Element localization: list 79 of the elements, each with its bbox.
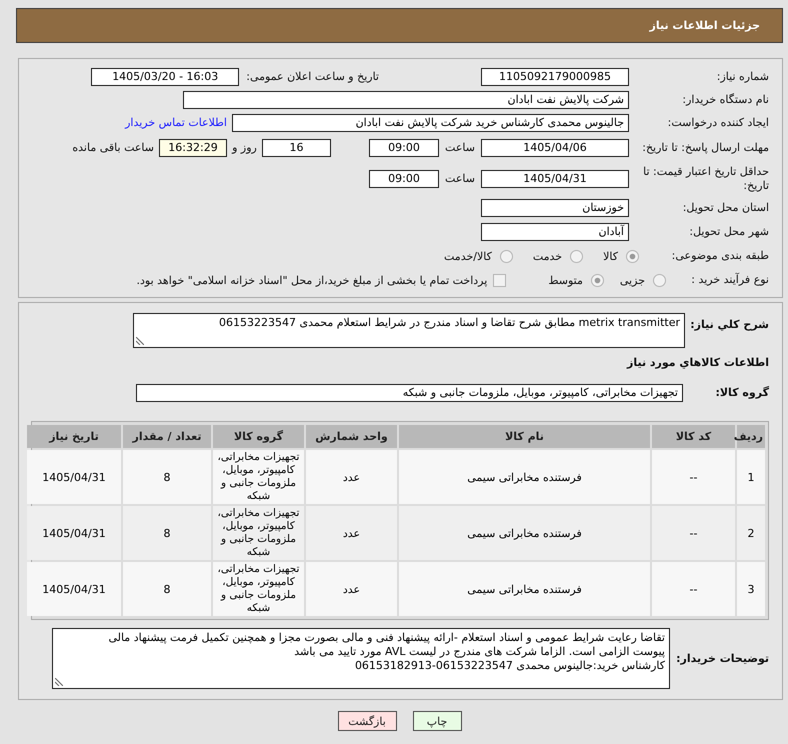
page-title: جزئیات اطلاعات نیاز xyxy=(650,19,760,32)
field-label: مهلت ارسال پاسخ: تا تاریخ: xyxy=(641,141,769,155)
field-label: نوع فرآیند خرید : xyxy=(690,273,769,287)
table-cell: تجهیزات مخابراتی، کامپیوتر، موبایل، ملزومات جانبی و شبکه xyxy=(213,450,304,504)
table-cell: 8 xyxy=(123,562,211,616)
purchase-type-radio-option[interactable]: جزیی xyxy=(620,274,666,286)
validity-date-field[interactable]: 1405/04/31 xyxy=(481,170,629,188)
column-header: تاریخ نیاز xyxy=(27,425,121,448)
radio-icon[interactable] xyxy=(570,250,584,262)
table-cell: فرستنده مخابراتی سیمی xyxy=(399,450,650,504)
table-cell: عدد xyxy=(306,562,397,616)
table-cell: فرستنده مخابراتی سیمی xyxy=(399,506,650,560)
field-label: تاریخ و ساعت اعلان عمومی: xyxy=(246,70,379,84)
field-label: نام دستگاه خریدار: xyxy=(681,92,769,106)
radio-icon[interactable] xyxy=(590,274,604,286)
category-radio-option[interactable]: کالا/خدمت xyxy=(444,250,513,262)
field-label: ساعت xyxy=(444,172,476,186)
city-field[interactable]: آبادان xyxy=(481,223,629,241)
field-label: شماره نیاز: xyxy=(716,70,769,84)
table-cell: عدد xyxy=(306,450,397,504)
validity-time-field[interactable]: 09:00 xyxy=(369,170,439,188)
field-label: گروه کالا: xyxy=(714,386,769,400)
need-number-field[interactable]: 1105092179000985 xyxy=(481,68,629,86)
field-label: استان محل تحویل: xyxy=(682,201,769,215)
table-cell: 3 xyxy=(737,562,765,616)
buyer-org-field[interactable]: شرکت پالایش نفت ابادان xyxy=(183,90,629,108)
table-cell: -- xyxy=(652,506,735,560)
back-button[interactable]: بازگشت xyxy=(338,711,396,731)
deadline-date-field[interactable]: 1405/04/06 xyxy=(481,139,629,157)
table-cell: تجهیزات مخابراتی، کامپیوتر، موبایل، ملزومات جانبی و شبکه xyxy=(213,506,304,560)
radio-icon[interactable] xyxy=(626,250,639,262)
table-cell: 1 xyxy=(737,450,765,504)
table-cell: 1405/04/31 xyxy=(27,450,121,504)
buyer-notes-field[interactable]: تقاضا رعایت شرایط عمومی و اسناد استعلام -ارائه پیشنهاد فنی و مالی بصورت مجزا و همچنین تکمیل فرمت پیشنهاد مالی پیوست الزامی است. الزاما شرکت های مندرج در لیست AVL مورد تایید می باشد کارشناس خرید:جالینوس محمدی 06153223547-06153182913 xyxy=(52,628,670,689)
column-header: واحد شمارش xyxy=(306,425,397,448)
description-field[interactable]: metrix transmitter مطابق شرح تقاضا و اسناد مندرج در شرایط استعلام محمدی 06153223547 xyxy=(133,313,685,348)
category-radio-option[interactable]: خدمت xyxy=(532,250,584,262)
table-cell: عدد xyxy=(306,506,397,560)
field-label: حداقل تاریخ اعتبار قیمت: تا تاریخ: xyxy=(642,165,769,193)
table-cell: 8 xyxy=(123,506,211,560)
days-field[interactable]: 16 xyxy=(262,139,331,157)
column-header: کد کالا xyxy=(652,425,735,448)
field-label: طبقه بندی موضوعی: xyxy=(670,249,769,263)
field-label: ساعت باقی مانده xyxy=(72,141,154,155)
announce-date-field[interactable]: 1405/03/20 - 16:03 xyxy=(91,68,240,86)
requester-field[interactable]: جالینوس محمدی کارشناس خرید شرکت پالایش نفت ابادان xyxy=(232,114,629,132)
field-label: ساعت xyxy=(444,141,476,155)
table-cell: 8 xyxy=(123,450,211,504)
table-cell: تجهیزات مخابراتی، کامپیوتر، موبایل، ملزومات جانبی و شبکه xyxy=(213,562,304,616)
radio-icon[interactable] xyxy=(500,250,513,262)
column-header: نام کالا xyxy=(399,425,650,448)
field-label: شرح کلي نياز: xyxy=(689,317,769,332)
radio-icon[interactable] xyxy=(653,274,666,286)
table-cell: -- xyxy=(652,562,735,616)
field-label: روز و xyxy=(230,141,258,155)
checkbox-icon[interactable] xyxy=(493,274,506,286)
print-button[interactable]: چاپ xyxy=(412,711,462,731)
province-field[interactable]: خوزستان xyxy=(481,199,629,217)
category-radio-option[interactable]: کالا xyxy=(603,250,639,262)
section-title: اطلاعات كالاهاي مورد نياز xyxy=(627,356,769,370)
field-label: توضیحات خریدار: xyxy=(675,652,769,666)
table-cell: 1405/04/31 xyxy=(27,506,121,560)
column-header: ردیف xyxy=(737,425,765,448)
column-header: گروه کالا xyxy=(213,425,304,448)
table-cell: 2 xyxy=(737,506,765,560)
resize-grip-icon[interactable] xyxy=(55,678,63,686)
table-cell: -- xyxy=(652,450,735,504)
column-header: تعداد / مقدار xyxy=(123,425,211,448)
field-label: شهر محل تحویل: xyxy=(688,225,769,239)
table-cell: 1405/04/31 xyxy=(27,562,121,616)
remaining-time-field[interactable]: 16:32:29 xyxy=(159,139,227,157)
treasury-checkbox-option[interactable]: پرداخت تمام یا بخشی از مبلغ خرید،از محل "اسناد خزانه اسلامی" خواهد بود. xyxy=(136,274,506,286)
goods-group-field[interactable]: تجهیزات مخابراتی، کامپیوتر، موبایل، ملزومات جانبی و شبکه xyxy=(136,384,683,402)
deadline-time-field[interactable]: 09:00 xyxy=(369,139,439,157)
table-cell: فرستنده مخابراتی سیمی xyxy=(399,562,650,616)
contact-link[interactable]: اطلاعات تماس خریدار xyxy=(125,116,227,129)
purchase-type-radio-option[interactable]: متوسط xyxy=(548,274,604,286)
resize-grip-icon[interactable] xyxy=(136,337,144,345)
field-label: ایجاد کننده درخواست: xyxy=(666,116,769,130)
